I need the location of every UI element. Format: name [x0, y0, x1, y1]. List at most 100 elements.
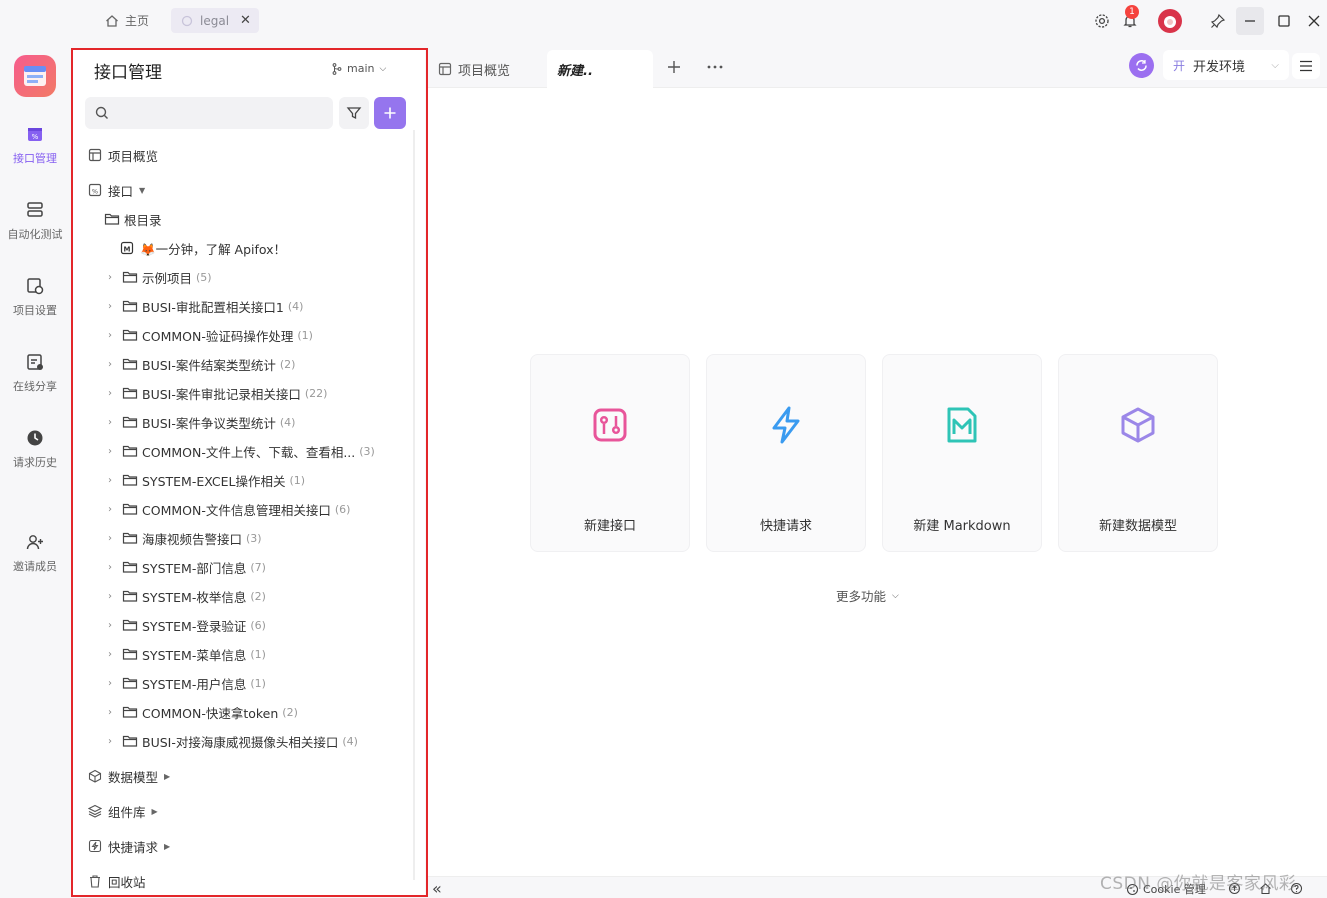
sync-icon[interactable] [1129, 53, 1154, 78]
chevron-right-icon[interactable]: › [104, 562, 116, 573]
branch-selector[interactable]: main ⌵ [332, 62, 386, 75]
sidebar-scrollbar[interactable] [413, 130, 415, 880]
rail-item-invite[interactable]: 邀请成员 [0, 532, 70, 574]
tree-item-overview[interactable]: 项目概览 [88, 144, 158, 166]
markdown-icon: M [120, 241, 136, 255]
close-window-button[interactable] [1300, 7, 1327, 35]
folder-count: (5) [196, 270, 212, 284]
quick-request-card[interactable]: 快捷请求 [706, 354, 866, 552]
tab-project-overview[interactable]: 项目概览 [428, 50, 520, 88]
close-tab-icon[interactable]: ✕ [240, 13, 251, 28]
tree-folder[interactable]: › SYSTEM-枚举信息 (2) [104, 585, 266, 607]
minimize-button[interactable] [1236, 7, 1264, 35]
tree-folder[interactable]: › COMMON-文件信息管理相关接口 (6) [104, 498, 350, 520]
folder-name: SYSTEM-菜单信息 [142, 647, 247, 663]
tree-folder[interactable]: › SYSTEM-用户信息 (1) [104, 672, 266, 694]
settings-gear-icon[interactable] [1094, 13, 1110, 29]
chevron-right-icon[interactable]: › [104, 707, 116, 718]
tree-group-components[interactable]: 组件库 ▶ [88, 800, 158, 822]
tree-folder[interactable]: › BUSI-审批配置相关接口1 (4) [104, 295, 303, 317]
tree-folder[interactable]: › BUSI-案件争议类型统计 (4) [104, 411, 295, 433]
search-icon [95, 106, 109, 120]
tree-folder[interactable]: › COMMON-文件上传、下载、查看相... (3) [104, 440, 375, 462]
folder-icon [122, 560, 138, 574]
tree-group-api[interactable]: % 接口 ▼ [88, 179, 145, 201]
chevron-right-icon[interactable]: › [104, 533, 116, 544]
home-tab[interactable]: 主页 [96, 8, 157, 33]
environment-select[interactable]: 开 开发环境 ⌵ [1163, 50, 1289, 80]
filter-button[interactable] [339, 97, 369, 129]
hamburger-icon [1300, 60, 1312, 72]
chevron-right-icon[interactable]: › [104, 591, 116, 602]
chevron-right-icon[interactable]: › [104, 475, 116, 486]
rail-item-project-settings[interactable]: 项目设置 [0, 276, 70, 318]
tree-folder[interactable]: › SYSTEM-菜单信息 (1) [104, 643, 266, 665]
maximize-button[interactable] [1270, 7, 1298, 35]
chevron-right-icon[interactable]: › [104, 388, 116, 399]
rail-item-automation[interactable]: 自动化测试 [0, 200, 70, 242]
tree-group-quick[interactable]: 快捷请求 ▶ [88, 835, 170, 857]
collapse-sidebar-icon[interactable]: « [432, 881, 442, 897]
rail-item-history[interactable]: 请求历史 [0, 428, 70, 470]
folder-icon [122, 705, 138, 719]
tree-folder[interactable]: › COMMON-快速拿token (2) [104, 701, 298, 723]
tree-group-models[interactable]: 数据模型 ▶ [88, 765, 170, 787]
folder-count: (2) [250, 589, 266, 603]
chevron-right-icon[interactable]: › [104, 649, 116, 660]
new-api-card[interactable]: 新建接口 [530, 354, 690, 552]
folder-name: 示例项目 [142, 270, 193, 286]
tree-folder[interactable]: › SYSTEM-部门信息 (7) [104, 556, 266, 578]
tree-folder[interactable]: › BUSI-案件结案类型统计 (2) [104, 353, 295, 375]
rail-item-share[interactable]: 在线分享 [0, 352, 70, 394]
folder-count: (3) [359, 444, 375, 458]
chevron-right-icon[interactable]: › [104, 446, 116, 457]
add-button[interactable] [374, 97, 406, 129]
tree-folder[interactable]: › SYSTEM-登录验证 (6) [104, 614, 266, 636]
chevron-right-icon[interactable]: › [104, 301, 116, 312]
tree-folder[interactable]: › BUSI-对接海康威视摄像头相关接口 (4) [104, 730, 358, 752]
tab-new[interactable]: 新建.. [547, 50, 653, 88]
tree-folder[interactable]: › 海康视频告警接口 (3) [104, 527, 262, 549]
tree-folder[interactable]: › 示例项目 (5) [104, 266, 212, 288]
folder-name: 海康视频告警接口 [142, 531, 243, 547]
tree-item-root[interactable]: 根目录 [104, 208, 162, 230]
search-box[interactable] [85, 97, 333, 129]
notification-badge: 1 [1125, 5, 1139, 19]
folder-name: SYSTEM-部门信息 [142, 560, 247, 576]
tree-folder[interactable]: › SYSTEM-EXCEL操作相关 (1) [104, 469, 305, 491]
folder-name: BUSI-案件结案类型统计 [142, 357, 276, 373]
chevron-right-icon[interactable]: › [104, 504, 116, 515]
chevron-right-icon[interactable]: › [104, 620, 116, 631]
new-tab-plus-icon[interactable] [666, 59, 682, 75]
chevron-right-icon[interactable]: › [104, 736, 116, 747]
folder-count: (2) [279, 357, 296, 371]
folder-icon [122, 415, 138, 429]
search-input[interactable] [109, 97, 333, 129]
avatar[interactable] [1158, 9, 1182, 33]
tree-folder[interactable]: › COMMON-验证码操作处理 (1) [104, 324, 313, 346]
watermark: CSDN @你就是客家风彩 [1100, 874, 1297, 894]
markdown-file-icon [945, 405, 979, 445]
rail-item-api[interactable]: % 接口管理 [0, 124, 70, 166]
chevron-right-icon[interactable]: › [104, 359, 116, 370]
tree-item-label: 快捷请求 [108, 839, 159, 855]
chevron-right-icon[interactable]: › [104, 272, 116, 283]
chevron-right-icon[interactable]: › [104, 417, 116, 428]
tree-folder[interactable]: › BUSI-案件审批记录相关接口 (22) [104, 382, 327, 404]
more-features-button[interactable]: 更多功能 ⌵ [836, 586, 899, 605]
project-icon [179, 13, 195, 29]
tree-item-doc[interactable]: M 🦊一分钟，了解 Apifox！ [120, 237, 286, 259]
new-markdown-card[interactable]: 新建 Markdown [882, 354, 1042, 552]
project-tab-legal[interactable]: legal ✕ [171, 8, 259, 33]
new-data-model-card[interactable]: 新建数据模型 [1058, 354, 1218, 552]
chevron-right-icon[interactable]: › [104, 330, 116, 341]
more-tabs-icon[interactable] [706, 59, 724, 75]
tree-item-trash[interactable]: 回收站 [88, 870, 146, 892]
more-features-label: 更多功能 [836, 589, 887, 604]
invite-icon [25, 532, 45, 552]
pin-icon[interactable] [1210, 13, 1226, 29]
folder-name: COMMON-文件信息管理相关接口 [142, 502, 331, 518]
menu-button[interactable] [1292, 53, 1320, 79]
chevron-right-icon[interactable]: › [104, 678, 116, 689]
rail-item-label: 自动化测试 [7, 228, 63, 241]
